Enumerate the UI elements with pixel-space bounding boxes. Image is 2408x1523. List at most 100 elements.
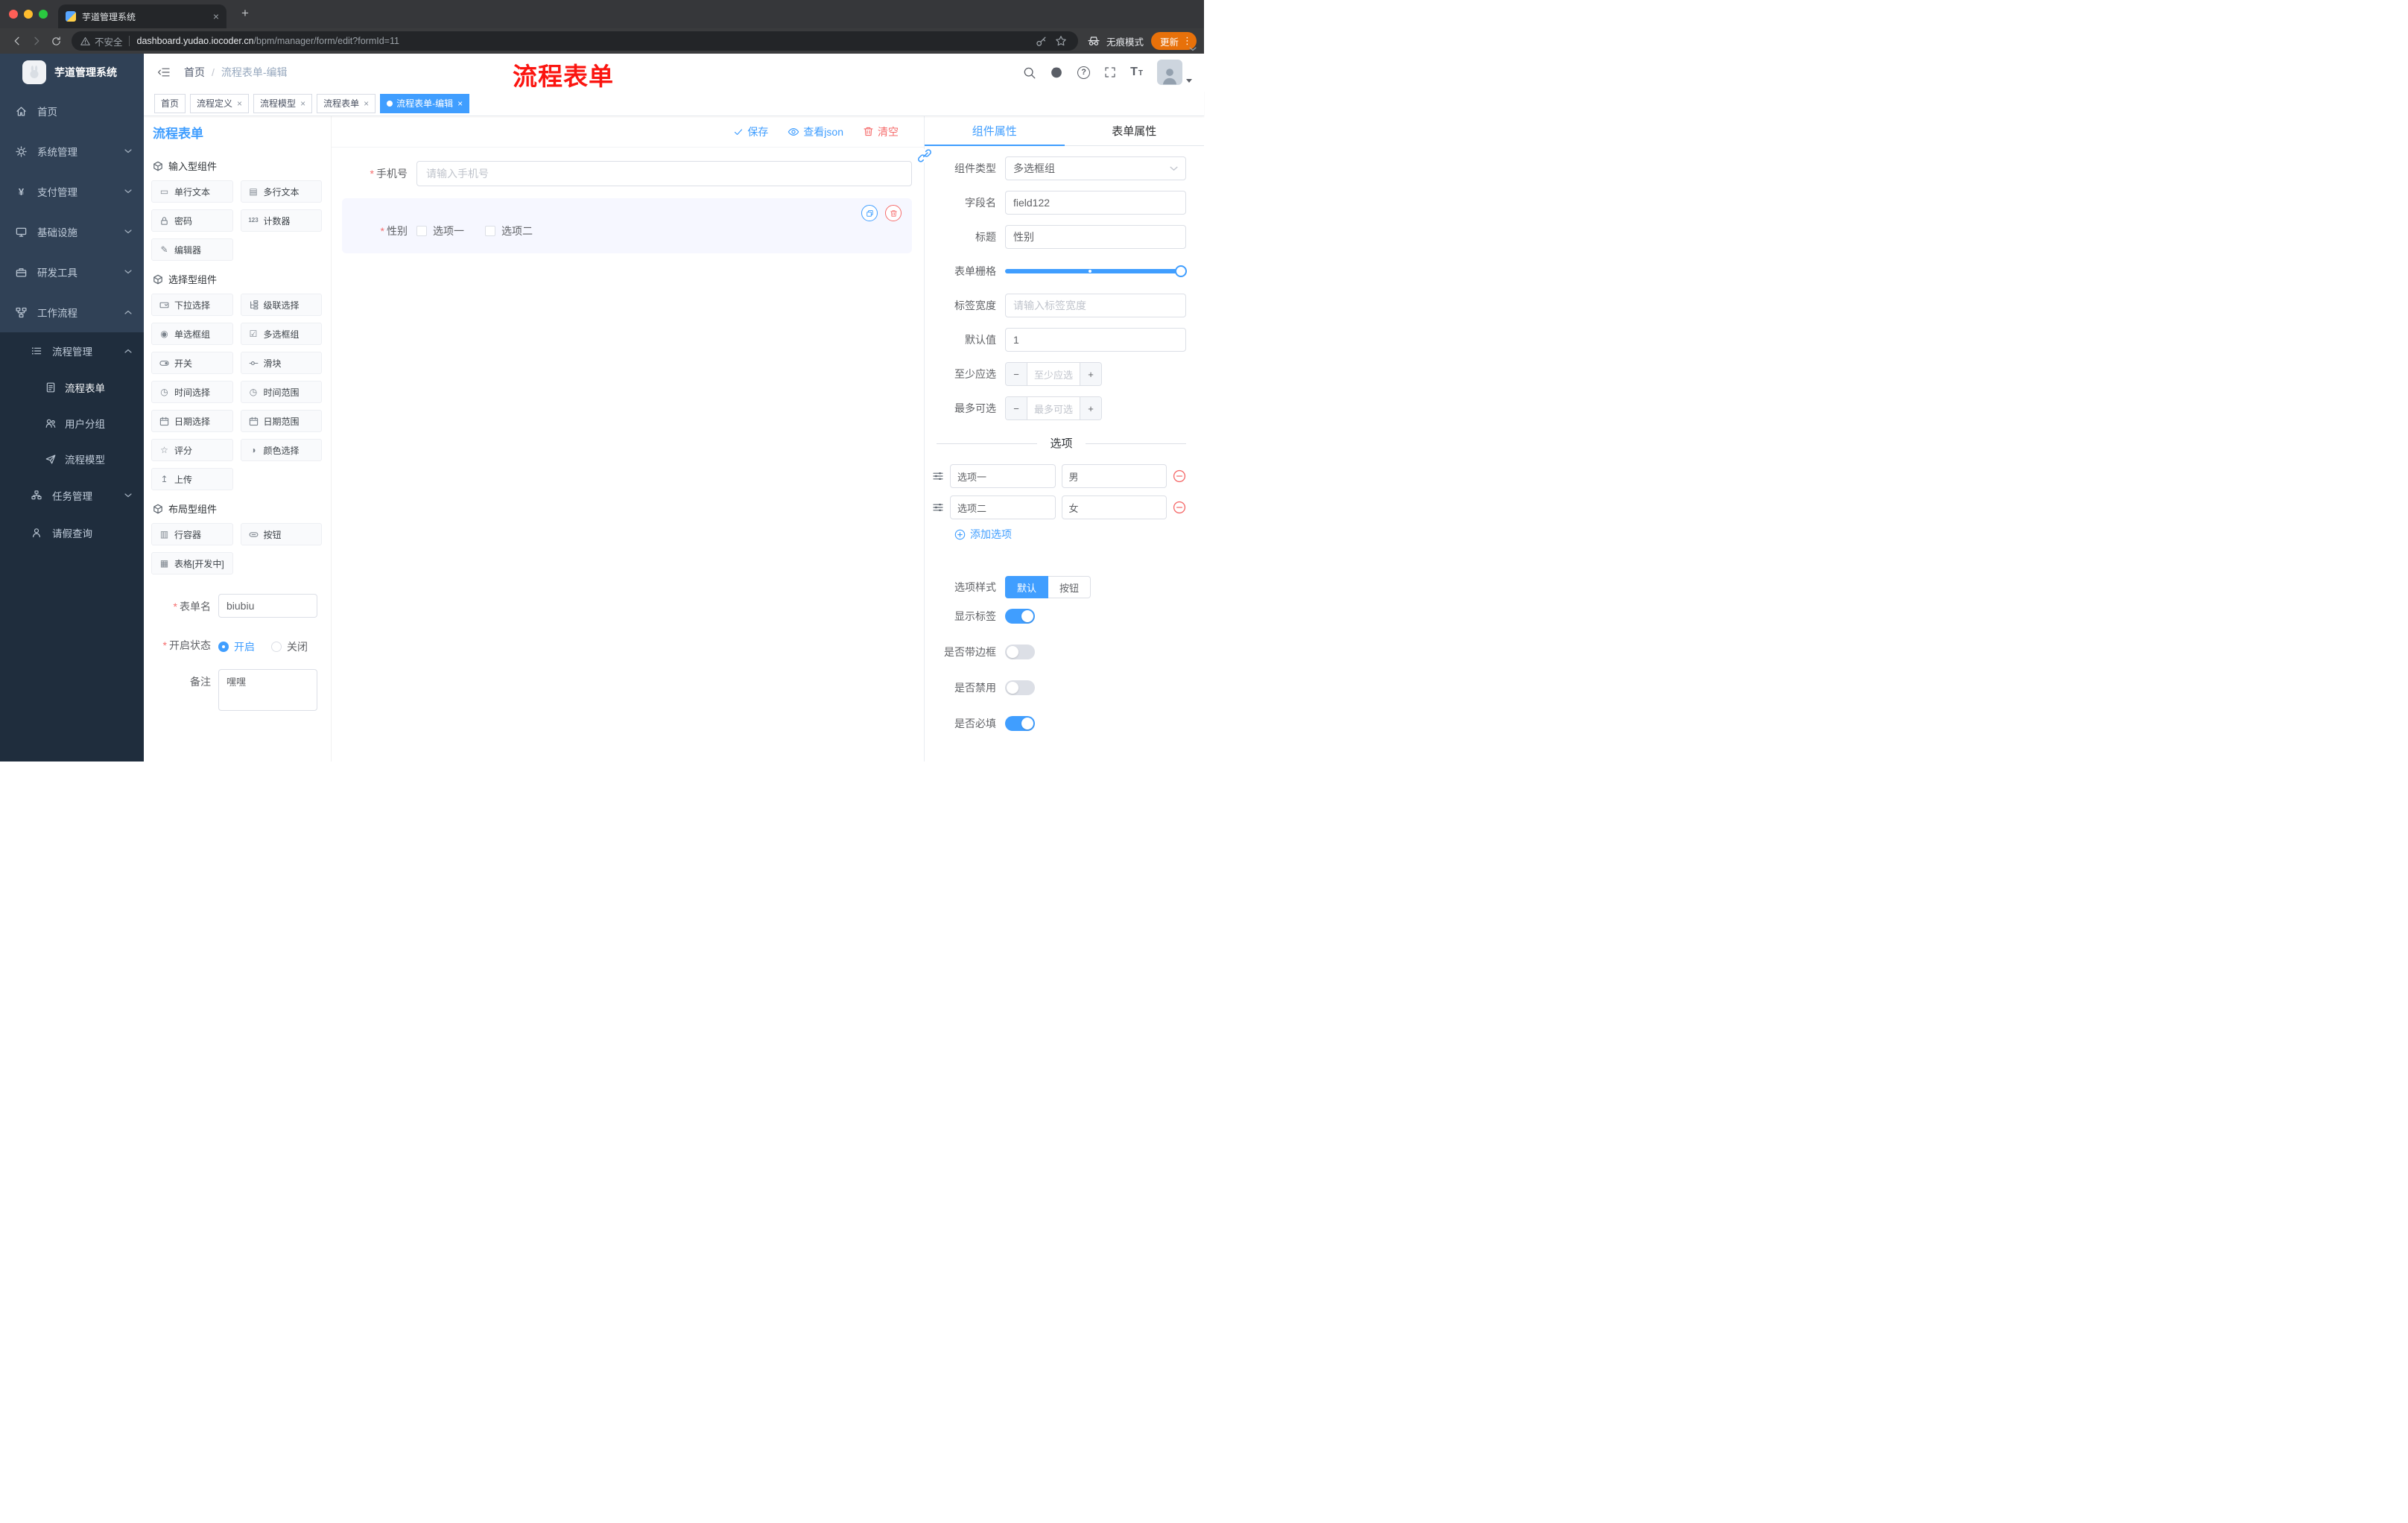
sidebar-item-system[interactable]: 系统管理: [0, 131, 144, 171]
comp-item-time-range[interactable]: ◷ 时间范围: [240, 381, 322, 403]
reload-button[interactable]: [46, 31, 66, 51]
tab-component-props[interactable]: 组件属性: [925, 116, 1065, 146]
address-bar[interactable]: 不安全 dashboard.yudao.iocoder.cn /bpm/mana…: [72, 31, 1078, 51]
required-switch[interactable]: [1005, 716, 1035, 731]
forward-button[interactable]: [27, 31, 46, 51]
bookmark-button[interactable]: [1051, 35, 1071, 47]
comp-item-date-range[interactable]: 日期范围: [240, 410, 322, 432]
disabled-switch[interactable]: [1005, 680, 1035, 695]
help-button[interactable]: ?: [1077, 66, 1091, 79]
delete-component-button[interactable]: [885, 205, 902, 221]
comp-item-radio-group[interactable]: ◉ 单选框组: [151, 323, 233, 345]
comp-item-table[interactable]: ▦ 表格[开发中]: [151, 552, 233, 574]
option-label-input[interactable]: [950, 464, 1056, 488]
show-label-switch[interactable]: [1005, 609, 1035, 624]
checkbox-option-2[interactable]: 选项二: [485, 224, 533, 238]
max-checked-value[interactable]: 最多可选: [1027, 397, 1080, 419]
sidebar-item-devtools[interactable]: 研发工具: [0, 252, 144, 292]
browser-tab[interactable]: 芋道管理系统 ×: [58, 4, 226, 28]
remove-option-button[interactable]: [1173, 469, 1186, 483]
comp-item-color-picker[interactable]: ◑ 颜色选择: [240, 439, 322, 461]
breadcrumb-home[interactable]: 首页: [184, 65, 205, 80]
increment-button[interactable]: +: [1080, 363, 1101, 385]
sidebar-item-process-form[interactable]: 流程表单: [0, 370, 144, 405]
comp-item-row-container[interactable]: ▥ 行容器: [151, 523, 233, 545]
chevron-down-icon[interactable]: [1189, 47, 1197, 51]
sidebar-item-process-model[interactable]: 流程模型: [0, 441, 144, 477]
clear-button[interactable]: 清空: [863, 124, 899, 139]
password-key-button[interactable]: [1032, 36, 1051, 47]
sidebar-item-home[interactable]: 首页: [0, 91, 144, 131]
add-option-button[interactable]: 添加选项: [954, 527, 1186, 542]
style-default-button[interactable]: 默认: [1005, 576, 1049, 598]
user-menu[interactable]: [1157, 60, 1192, 85]
view-json-button[interactable]: 查看json: [788, 124, 843, 139]
tab-close-icon[interactable]: ×: [213, 11, 219, 22]
close-icon[interactable]: ×: [364, 98, 369, 109]
checkbox-option-1[interactable]: 选项一: [416, 224, 464, 238]
comp-item-cascader[interactable]: 级联选择: [240, 294, 322, 316]
title-input[interactable]: [1005, 225, 1186, 249]
status-on-radio[interactable]: 开启: [218, 639, 255, 654]
comp-item-time-picker[interactable]: ◷ 时间选择: [151, 381, 233, 403]
sidebar-item-payment[interactable]: ¥ 支付管理: [0, 171, 144, 212]
fullscreen-button[interactable]: [1104, 66, 1116, 78]
selected-gender-field[interactable]: * 性别 选项一 选项二: [342, 198, 912, 253]
comp-item-switch[interactable]: 开关: [151, 352, 233, 374]
tag-process-form[interactable]: 流程表单 ×: [317, 93, 376, 113]
comp-item-password[interactable]: 密码: [151, 209, 233, 232]
comp-item-editor[interactable]: ✎ 编辑器: [151, 238, 233, 261]
comp-item-select[interactable]: 下拉选择: [151, 294, 233, 316]
comp-item-counter[interactable]: 123 计数器: [240, 209, 322, 232]
close-icon[interactable]: ×: [237, 98, 242, 109]
github-button[interactable]: [1050, 66, 1063, 79]
minimize-window-button[interactable]: [24, 10, 33, 19]
comp-item-single-line-text[interactable]: ▭ 单行文本: [151, 180, 233, 203]
zoom-window-button[interactable]: [39, 10, 48, 19]
close-icon[interactable]: ×: [300, 98, 305, 109]
sidebar-item-leave-query[interactable]: 请假查询: [0, 514, 144, 551]
drawing-board[interactable]: *手机号 *性别 选项一 选项二: [332, 148, 924, 762]
decrement-button[interactable]: −: [1006, 363, 1027, 385]
comp-item-rate[interactable]: ☆ 评分: [151, 439, 233, 461]
close-window-button[interactable]: [9, 10, 18, 19]
tag-process-model[interactable]: 流程模型 ×: [253, 93, 313, 113]
save-button[interactable]: 保存: [733, 124, 768, 139]
tag-home[interactable]: 首页: [154, 93, 186, 113]
tag-process-definition[interactable]: 流程定义 ×: [190, 93, 250, 113]
status-off-radio[interactable]: 关闭: [271, 639, 308, 654]
tab-form-props[interactable]: 表单属性: [1065, 116, 1205, 145]
style-button-button[interactable]: 按钮: [1048, 576, 1091, 598]
phone-field[interactable]: * 手机号: [342, 161, 912, 186]
drag-handle-icon[interactable]: [932, 501, 944, 513]
sidebar-item-process-management[interactable]: 流程管理: [0, 332, 144, 370]
border-switch[interactable]: [1005, 645, 1035, 659]
phone-input[interactable]: [417, 162, 911, 186]
back-button[interactable]: [7, 31, 27, 51]
increment-button[interactable]: +: [1080, 397, 1101, 419]
comp-item-checkbox-group[interactable]: ☑ 多选框组: [240, 323, 322, 345]
option-value-input[interactable]: [1061, 495, 1167, 519]
remove-option-button[interactable]: [1173, 501, 1186, 514]
kebab-menu-icon[interactable]: ⋮: [1182, 35, 1192, 47]
label-width-input[interactable]: [1005, 294, 1186, 317]
component-type-select[interactable]: 多选框组: [1005, 156, 1186, 180]
sidebar-item-infrastructure[interactable]: 基础设施: [0, 212, 144, 252]
comp-item-slider[interactable]: 滑块: [240, 352, 322, 374]
close-icon[interactable]: ×: [457, 98, 463, 109]
grid-slider[interactable]: [1005, 259, 1187, 283]
sidebar-item-workflow[interactable]: 工作流程: [0, 292, 144, 332]
sidebar-item-user-group[interactable]: 用户分组: [0, 405, 144, 441]
comp-item-upload[interactable]: ↥ 上传: [151, 468, 233, 490]
comp-item-button[interactable]: 按钮: [240, 523, 322, 545]
min-checked-value[interactable]: 至少应选: [1027, 363, 1080, 385]
link-icon[interactable]: [918, 149, 931, 162]
slider-track[interactable]: [1005, 269, 1186, 273]
comp-item-date-picker[interactable]: 日期选择: [151, 410, 233, 432]
comp-item-textarea[interactable]: ▤ 多行文本: [240, 180, 322, 203]
sidebar-toggle-button[interactable]: [144, 54, 184, 91]
remark-textarea[interactable]: 嘿嘿: [218, 669, 317, 711]
field-name-input[interactable]: [1005, 191, 1186, 215]
tag-process-form-edit[interactable]: 流程表单-编辑 ×: [380, 93, 470, 113]
font-size-button[interactable]: TT: [1130, 66, 1143, 79]
